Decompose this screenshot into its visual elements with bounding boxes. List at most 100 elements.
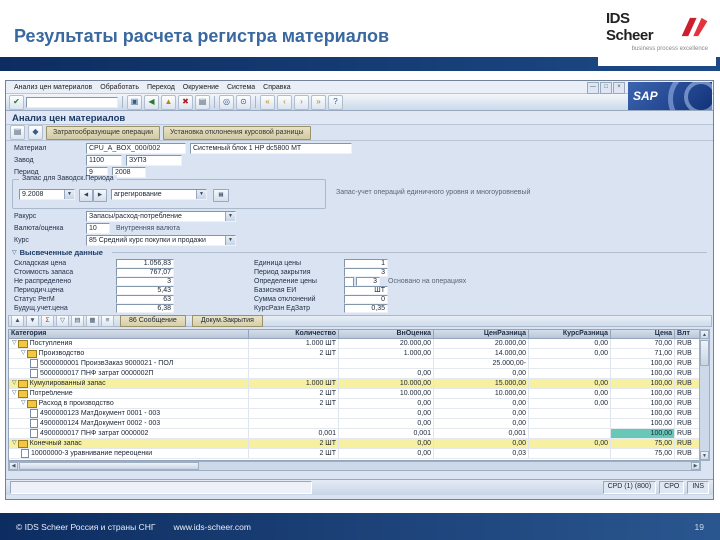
sort-desc-icon[interactable]: ▼ xyxy=(26,315,39,327)
detail-field[interactable]: 3 xyxy=(356,277,380,286)
exit-icon[interactable]: ▲ xyxy=(161,94,176,110)
detail-field[interactable]: 5,43 xyxy=(116,286,174,295)
aggregation-select[interactable]: агрегирование ▼ xyxy=(111,189,207,200)
menu-item[interactable]: Обработать xyxy=(96,83,143,92)
back-icon[interactable]: ◀ xyxy=(144,94,159,110)
save-icon[interactable]: ▣ xyxy=(127,94,142,110)
scroll-left-icon[interactable]: ◀ xyxy=(9,462,18,470)
export-icon[interactable]: ▦ xyxy=(86,315,99,327)
detail-field[interactable]: 0,35 xyxy=(344,304,388,313)
footer-url[interactable]: www.ids-scheer.com xyxy=(173,522,250,532)
menu-item[interactable]: Окружение xyxy=(179,83,223,92)
next-page-icon[interactable]: › xyxy=(294,94,309,110)
restore-icon[interactable]: □ xyxy=(600,82,612,94)
column-header[interactable]: Цена xyxy=(611,330,675,338)
vertical-scrollbar[interactable]: ▲ ▼ xyxy=(699,329,710,461)
scroll-right-icon[interactable]: ▶ xyxy=(691,462,700,470)
table-toolbar-button[interactable]: Докум.Закрытия xyxy=(191,315,263,327)
horizontal-scroll-thumb[interactable] xyxy=(19,462,199,470)
other-material-icon[interactable]: ◆ xyxy=(28,125,43,140)
table-body: ▽ Поступления 1.000 ШТ 20.000,00 20.000,00 0,… xyxy=(8,339,701,461)
column-header[interactable]: Влт xyxy=(675,330,702,338)
scroll-down-icon[interactable]: ▼ xyxy=(700,451,709,460)
sort-asc-icon[interactable]: ▲ xyxy=(11,315,24,327)
cell-value2: 0,00 xyxy=(434,369,529,378)
rate-select[interactable]: 85 Средний курс покупки и продажи ▼ xyxy=(86,235,236,246)
detail-field[interactable]: 1 xyxy=(344,259,388,268)
horizontal-scrollbar[interactable]: ◀ ▶ xyxy=(8,461,701,471)
table-row[interactable]: ▽ Производство 2 ШТ 1.000,00 14.000,00 0,00 71… xyxy=(9,349,700,359)
scroll-up-icon[interactable]: ▲ xyxy=(700,330,709,339)
plant-desc-field[interactable]: ЗУП3 xyxy=(126,155,182,166)
table-row[interactable]: ▽ Поступления 1.000 ШТ 20.000,00 20.000,00 0,… xyxy=(9,339,700,349)
vertical-scroll-thumb[interactable] xyxy=(700,340,709,366)
next-period-button[interactable]: ▶ xyxy=(93,189,107,202)
detail-field[interactable]: 1.056,83 xyxy=(116,259,174,268)
table-row[interactable]: 4900000123 МатДокумент 0001 - 003 0,00 0,0… xyxy=(9,409,700,419)
command-field[interactable] xyxy=(26,96,118,108)
print-icon[interactable]: ▤ xyxy=(71,315,84,327)
detail-field[interactable]: 767,07 xyxy=(116,268,174,277)
column-header[interactable]: ЦенРазница xyxy=(434,330,529,338)
expander-icon[interactable]: ▽ xyxy=(12,390,17,397)
table-row[interactable]: ▽ Расход в производство 2 ШТ 0,00 0,00 0,00 10… xyxy=(9,399,700,409)
table-row[interactable]: ▽ Кумулированный запас 1.000 ШТ 10.000,00 15… xyxy=(9,379,700,389)
cancel-icon[interactable]: ✖ xyxy=(178,94,193,110)
find-next-icon[interactable]: ⊙ xyxy=(236,94,251,110)
help-icon[interactable]: ? xyxy=(328,94,343,110)
currency-field[interactable]: 10 xyxy=(86,223,110,234)
collapse-icon[interactable]: ▽ xyxy=(12,249,17,256)
cell-category: 10000000-3 уравнивание переоценки xyxy=(9,449,249,458)
print-icon[interactable]: ▤ xyxy=(195,94,210,110)
table-row[interactable]: 4900000124 МатДокумент 0002 - 003 0,00 0,0… xyxy=(9,419,700,429)
table-row[interactable]: 10000000-3 уравнивание переоценки 2 ШТ 0,0… xyxy=(9,449,700,459)
app-toolbar-button[interactable]: Установка отклонения курсовой разницы xyxy=(163,125,311,140)
prev-page-icon[interactable]: ‹ xyxy=(277,94,292,110)
table-row[interactable]: 5000000001 ПроизвЗаказ 9000021 - ПОЛ 25.0… xyxy=(9,359,700,369)
detail-icon[interactable]: ▤ xyxy=(10,125,25,140)
column-header[interactable]: Категория xyxy=(9,330,249,338)
menu-item[interactable]: Система xyxy=(223,83,259,92)
close-icon[interactable]: × xyxy=(613,82,625,94)
material-desc-field[interactable]: Системный блок 1 HP dc5800 MT xyxy=(190,143,352,154)
enter-icon[interactable]: ✔ xyxy=(9,94,24,110)
filter-icon[interactable]: ▽ xyxy=(56,315,69,327)
detail-field[interactable]: 6,38 xyxy=(116,304,174,313)
expander-icon[interactable]: ▽ xyxy=(12,380,17,387)
detail-field[interactable]: 63 xyxy=(116,295,174,304)
detail-field[interactable]: ШТ xyxy=(344,286,388,295)
column-header[interactable]: Количество xyxy=(249,330,339,338)
app-toolbar-button[interactable]: Затратообразующие операции xyxy=(46,125,161,140)
last-page-icon[interactable]: » xyxy=(311,94,326,110)
find-icon[interactable]: ◎ xyxy=(219,94,234,110)
column-header[interactable]: КурсРазница xyxy=(529,330,611,338)
table-row[interactable]: 5000000017 ПНФ затрат 0000002П 0,00 0,00 10… xyxy=(9,369,700,379)
period-year-field[interactable]: 2008 xyxy=(112,167,146,178)
table-toolbar-button[interactable]: 86 Сообщение xyxy=(120,315,186,327)
menu-item[interactable]: Справка xyxy=(259,83,294,92)
menu-item[interactable]: Переход xyxy=(143,83,179,92)
grid-settings-button[interactable]: ▦ xyxy=(213,189,229,202)
menu-item[interactable]: Анализ цен материалов xyxy=(10,83,96,92)
prev-period-button[interactable]: ◀ xyxy=(79,189,93,202)
material-field[interactable]: CPU_A_BOX_000/002 xyxy=(86,143,186,154)
plant-field[interactable]: 1100 xyxy=(86,155,122,166)
period-select[interactable]: 9.2008 ▼ xyxy=(19,189,75,200)
expander-icon[interactable]: ▽ xyxy=(12,340,17,347)
table-row[interactable]: 4900000017 ПНФ затрат 0000002 0,001 0,001 0… xyxy=(9,429,700,439)
detail-field[interactable]: 3 xyxy=(116,277,174,286)
expander-icon[interactable]: ▽ xyxy=(21,350,26,357)
detail-field[interactable]: 0 xyxy=(344,295,388,304)
detail-field[interactable]: 3 xyxy=(344,268,388,277)
details-section-header[interactable]: ▽ Высвеченные данные xyxy=(6,247,713,257)
column-header[interactable]: ВнОценка xyxy=(339,330,434,338)
sum-icon[interactable]: Σ xyxy=(41,315,54,327)
view-select[interactable]: Запасы/расход-потребление ▼ xyxy=(86,211,236,222)
minimize-icon[interactable]: — xyxy=(587,82,599,94)
table-row[interactable]: ▽ Конечный запас 2 ШТ 0,00 0,00 0,00 75,00 RUB xyxy=(9,439,700,449)
layout-icon[interactable]: ≡ xyxy=(101,315,114,327)
table-row[interactable]: ▽ Потребление 2 ШТ 10.000,00 10.000,00 0,00 10… xyxy=(9,389,700,399)
expander-icon[interactable]: ▽ xyxy=(12,440,17,447)
first-page-icon[interactable]: « xyxy=(260,94,275,110)
expander-icon[interactable]: ▽ xyxy=(21,400,26,407)
